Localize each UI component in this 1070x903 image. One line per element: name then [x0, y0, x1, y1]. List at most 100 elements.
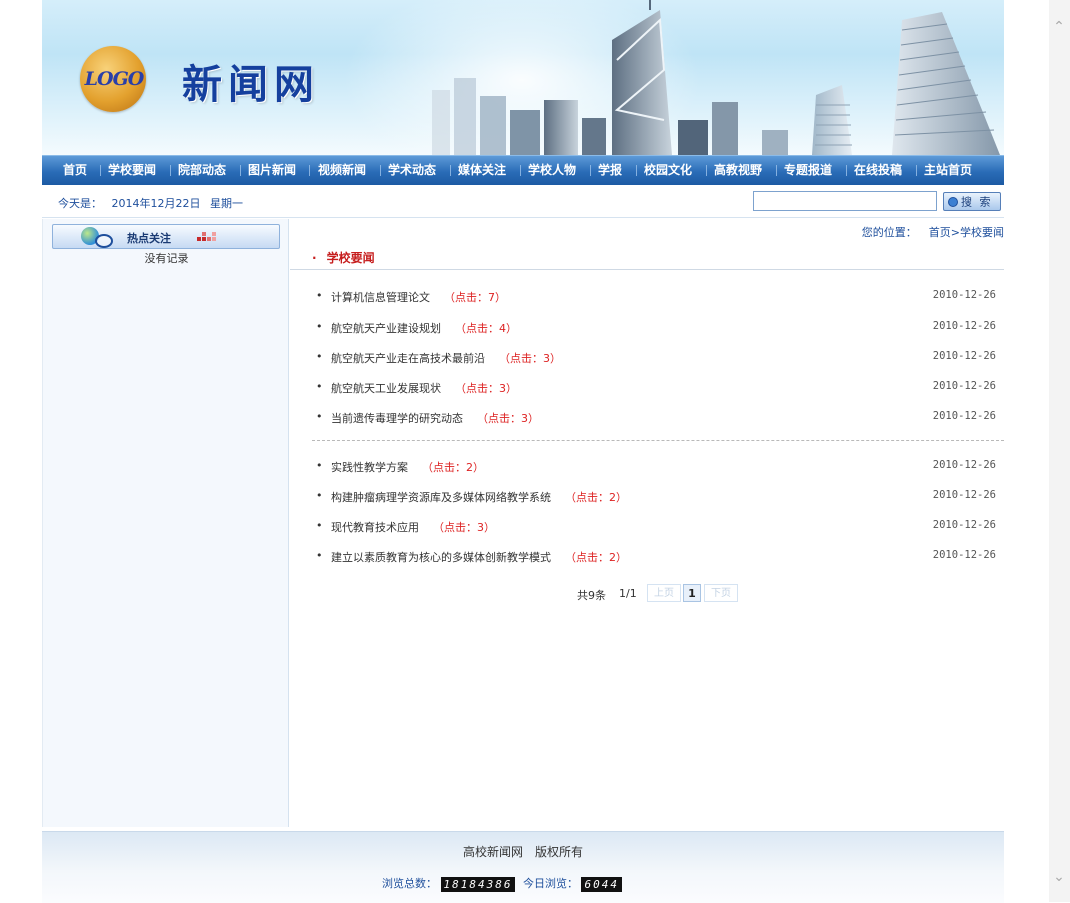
- dashed-divider: [312, 440, 1004, 441]
- bullet: •: [316, 519, 323, 532]
- category-title: · 学校要闻: [312, 249, 375, 266]
- hot-topics-tab: 热点关注: [52, 224, 280, 249]
- date-prefix: 今天是：: [58, 197, 102, 210]
- main-nav: 首页 学校要闻 院部动态 图片新闻 视频新闻 学术动态 媒体关注 学校人物 学报…: [42, 155, 1004, 185]
- sidebar: 热点关注 没有记录: [42, 219, 289, 827]
- footer: 高校新闻网 版权所有 浏览总数： 18184386 今日浏览： 6044: [42, 831, 1004, 903]
- article-link[interactable]: 航空航天产业走在高技术最前沿 （点击：3）: [331, 350, 561, 366]
- today-visits-counter: 6044: [581, 876, 622, 892]
- total-visits-label: 浏览总数：: [382, 877, 437, 890]
- nav-higher-edu[interactable]: 高教视野: [714, 156, 762, 185]
- search-input[interactable]: [753, 191, 937, 211]
- article-date: 2010-12-26: [932, 519, 996, 531]
- hit-count: （点击：3）: [433, 521, 495, 534]
- bullet: •: [316, 289, 323, 302]
- nav-separator: [450, 165, 451, 176]
- bullet: •: [316, 549, 323, 562]
- current-date: 今天是： 2014年12月22日 星期一: [58, 195, 249, 211]
- article-link[interactable]: 实践性教学方案 （点击：2）: [331, 459, 484, 475]
- breadcrumb-label: 您的位置：: [861, 226, 917, 239]
- bullet: •: [316, 350, 323, 363]
- bullet: •: [316, 489, 323, 502]
- article-date: 2010-12-26: [932, 289, 996, 301]
- article-link[interactable]: 计算机信息管理论文 （点击：7）: [331, 289, 506, 305]
- list-item: • 现代教育技术应用 （点击：3） 2010-12-26: [290, 519, 1004, 535]
- main-content: 您的位置： 首页>学校要闻 · 学校要闻 • 计算机信息管理论文 （点击：7） 201…: [290, 219, 1004, 827]
- list-item: • 实践性教学方案 （点击：2） 2010-12-26: [290, 459, 1004, 475]
- nav-separator: [100, 165, 101, 176]
- article-date: 2010-12-26: [932, 380, 996, 392]
- list-item: • 航空航天产业走在高技术最前沿 （点击：3） 2010-12-26: [290, 350, 1004, 366]
- logo-text: LOGO: [84, 68, 145, 90]
- header-banner: LOGO 新闻网: [42, 0, 1004, 155]
- nav-academic[interactable]: 学术动态: [388, 156, 436, 185]
- list-item: • 计算机信息管理论文 （点击：7） 2010-12-26: [290, 289, 1004, 305]
- breadcrumb: 您的位置： 首页>学校要闻: [862, 224, 1004, 240]
- breadcrumb-path[interactable]: 首页>学校要闻: [929, 226, 1004, 239]
- date-value: 2014年12月22日: [111, 197, 201, 210]
- hit-count: （点击：2）: [565, 551, 627, 564]
- article-date: 2010-12-26: [932, 350, 996, 362]
- hit-count: （点击：3）: [455, 382, 517, 395]
- nav-media[interactable]: 媒体关注: [458, 156, 506, 185]
- nav-campus-culture[interactable]: 校园文化: [644, 156, 692, 185]
- divider: [290, 269, 1004, 270]
- nav-separator: [706, 165, 707, 176]
- list-item: • 航空航天产业建设规划 （点击：4） 2010-12-26: [290, 320, 1004, 336]
- nav-separator: [636, 165, 637, 176]
- list-item: • 构建肿瘤病理学资源库及多媒体网络教学系统 （点击：2） 2010-12-26: [290, 489, 1004, 505]
- page-count: 1/1: [619, 587, 637, 600]
- nav-submit[interactable]: 在线投稿: [854, 156, 902, 185]
- article-link[interactable]: 航空航天产业建设规划 （点击：4）: [331, 320, 517, 336]
- search-button[interactable]: 搜 索: [943, 192, 1001, 211]
- nav-main-site[interactable]: 主站首页: [924, 156, 972, 185]
- nav-separator: [916, 165, 917, 176]
- info-bar: 今天是： 2014年12月22日 星期一 搜 索: [42, 187, 1004, 218]
- article-link[interactable]: 当前遗传毒理学的研究动态 （点击：3）: [331, 410, 539, 426]
- nav-separator: [520, 165, 521, 176]
- visit-stats: 浏览总数： 18184386 今日浏览： 6044: [382, 875, 622, 892]
- vertical-scrollbar[interactable]: ⌃ ⌄: [1049, 0, 1070, 902]
- nav-department-news[interactable]: 院部动态: [178, 156, 226, 185]
- nav-separator: [846, 165, 847, 176]
- scroll-down-arrow-icon[interactable]: ⌄: [1052, 870, 1066, 884]
- article-link[interactable]: 现代教育技术应用 （点击：3）: [331, 519, 495, 535]
- total-count: 共9条: [577, 589, 606, 602]
- nav-separator: [309, 165, 310, 176]
- article-date: 2010-12-26: [932, 459, 996, 471]
- footer-site-name: 高校新闻网: [462, 845, 523, 859]
- nav-school-news[interactable]: 学校要闻: [108, 156, 156, 185]
- weekday: 星期一: [210, 197, 243, 210]
- nav-video-news[interactable]: 视频新闻: [318, 156, 366, 185]
- nav-journal[interactable]: 学报: [598, 156, 622, 185]
- magnifier-icon: [95, 234, 113, 248]
- nav-special[interactable]: 专题报道: [784, 156, 832, 185]
- site-title: 新闻网: [182, 61, 320, 108]
- hit-count: （点击：3）: [477, 412, 539, 425]
- footer-rights: 版权所有: [535, 845, 584, 859]
- bullet: •: [316, 459, 323, 472]
- list-item: • 航空航天工业发展现状 （点击：3） 2010-12-26: [290, 380, 1004, 396]
- nav-separator: [776, 165, 777, 176]
- category-bullet: ·: [312, 251, 317, 265]
- next-page-button[interactable]: 下页: [704, 584, 738, 602]
- article-link[interactable]: 建立以素质教育为核心的多媒体创新教学模式 （点击：2）: [331, 549, 627, 565]
- hit-count: （点击：4）: [455, 322, 517, 335]
- article-link[interactable]: 构建肿瘤病理学资源库及多媒体网络教学系统 （点击：2）: [331, 489, 627, 505]
- search-button-label: 搜 索: [961, 195, 993, 209]
- nav-people[interactable]: 学校人物: [528, 156, 576, 185]
- article-link[interactable]: 航空航天工业发展现状 （点击：3）: [331, 380, 517, 396]
- hit-count: （点击：2）: [422, 461, 484, 474]
- prev-page-button[interactable]: 上页: [647, 584, 681, 602]
- empty-message: 没有记录: [144, 252, 189, 265]
- hit-count: （点击：2）: [565, 491, 627, 504]
- article-date: 2010-12-26: [932, 320, 996, 332]
- current-page[interactable]: 1: [683, 584, 701, 602]
- page: LOGO 新闻网 首页 学校要闻 院部动态 图片新闻 视频新闻 学术动态 媒体关…: [42, 0, 1004, 903]
- copyright: 高校新闻网 版权所有: [42, 843, 1004, 860]
- scroll-up-arrow-icon[interactable]: ⌃: [1052, 20, 1066, 34]
- nav-home[interactable]: 首页: [63, 156, 87, 185]
- nav-separator: [380, 165, 381, 176]
- hit-count: （点击：7）: [444, 291, 506, 304]
- nav-photo-news[interactable]: 图片新闻: [248, 156, 296, 185]
